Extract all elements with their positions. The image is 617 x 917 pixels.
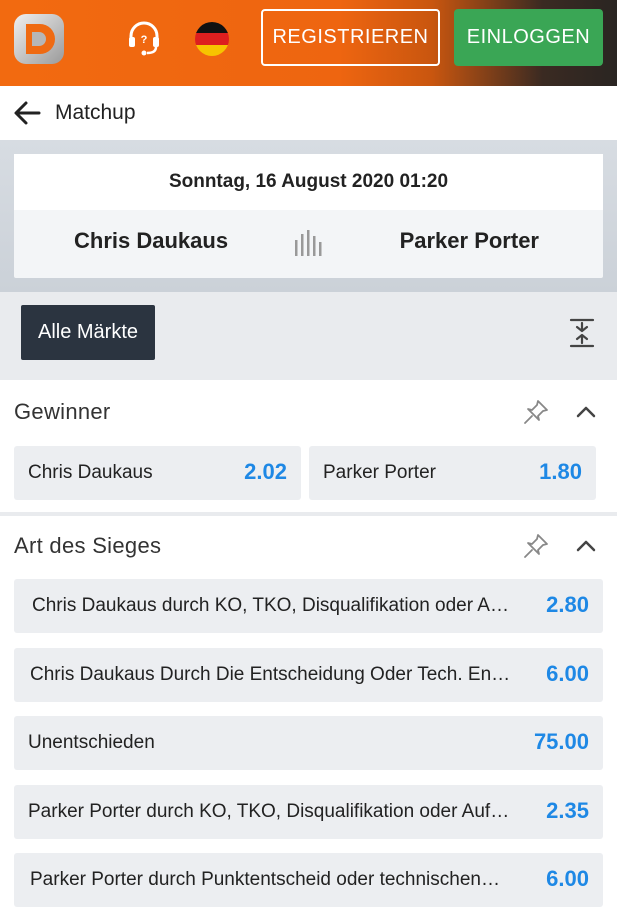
statistics-icon[interactable] [294, 230, 324, 258]
odds-button[interactable]: Parker Porter durch Punktentscheid oder … [14, 853, 603, 907]
german-flag-icon[interactable] [195, 22, 229, 56]
page-title: Matchup [55, 101, 136, 124]
market-winner: Gewinner Chris Daukaus 2.02 Parker Porte… [0, 380, 617, 512]
odds-value: 1.80 [539, 459, 582, 484]
back-navigation: Matchup [0, 86, 617, 140]
back-arrow-icon[interactable] [12, 99, 42, 127]
outcome-label: Parker Porter durch KO, TKO, Disqualifik… [28, 801, 510, 822]
event-datetime: Sonntag, 16 August 2020 01:20 [14, 154, 603, 210]
login-button[interactable]: EINLOGGEN [454, 9, 603, 66]
outcome-label: Chris Daukaus [28, 462, 153, 483]
pin-icon[interactable] [522, 398, 550, 426]
top-bar: ? REGISTRIEREN EINLOGGEN [0, 0, 617, 86]
support-headset-icon[interactable]: ? [124, 18, 164, 58]
odds-value: 75.00 [533, 729, 589, 754]
odds-button[interactable]: Parker Porter durch KO, TKO, Disqualifik… [14, 785, 603, 839]
collapse-all-icon[interactable] [569, 318, 595, 348]
outcome-label: Chris Daukaus durch KO, TKO, Disqualifik… [32, 595, 509, 616]
market-filter-bar: Alle Märkte [0, 292, 617, 380]
odds-value: 6.00 [546, 866, 589, 891]
outcome-label: Chris Daukaus Durch Die Entscheidung Ode… [30, 664, 511, 685]
market-title: Gewinner [14, 399, 111, 424]
odds-value: 2.35 [546, 798, 589, 823]
market-title: Art des Sieges [14, 533, 162, 558]
odds-button[interactable]: Parker Porter 1.80 [309, 446, 596, 500]
odds-value: 6.00 [546, 661, 589, 686]
market-method-of-victory: Art des Sieges Chris Daukaus durch KO, T… [0, 516, 617, 917]
pin-icon[interactable] [522, 532, 550, 560]
outcome-label: Parker Porter [323, 462, 436, 483]
svg-text:?: ? [141, 34, 148, 46]
all-markets-button[interactable]: Alle Märkte [21, 305, 155, 360]
chevron-up-icon[interactable] [574, 404, 598, 420]
competitor-home: Chris Daukaus [74, 228, 229, 253]
outcome-label: Unentschieden [28, 732, 155, 753]
matchup-card: Sonntag, 16 August 2020 01:20 Chris Dauk… [14, 154, 603, 278]
event-banner: Sonntag, 16 August 2020 01:20 Chris Dauk… [0, 140, 617, 292]
outcome-label: Parker Porter durch Punktentscheid oder … [30, 869, 500, 890]
odds-value: 2.02 [244, 459, 287, 484]
competitor-away: Parker Porter [399, 228, 539, 253]
odds-button[interactable]: Chris Daukaus 2.02 [14, 446, 301, 500]
chevron-up-icon[interactable] [574, 538, 598, 554]
odds-button[interactable]: Unentschieden 75.00 [14, 716, 603, 770]
brand-logo[interactable] [12, 10, 66, 68]
odds-button[interactable]: Chris Daukaus Durch Die Entscheidung Ode… [14, 648, 603, 702]
register-button[interactable]: REGISTRIEREN [261, 9, 440, 66]
odds-value: 2.80 [546, 592, 589, 617]
odds-button[interactable]: Chris Daukaus durch KO, TKO, Disqualifik… [14, 579, 603, 633]
